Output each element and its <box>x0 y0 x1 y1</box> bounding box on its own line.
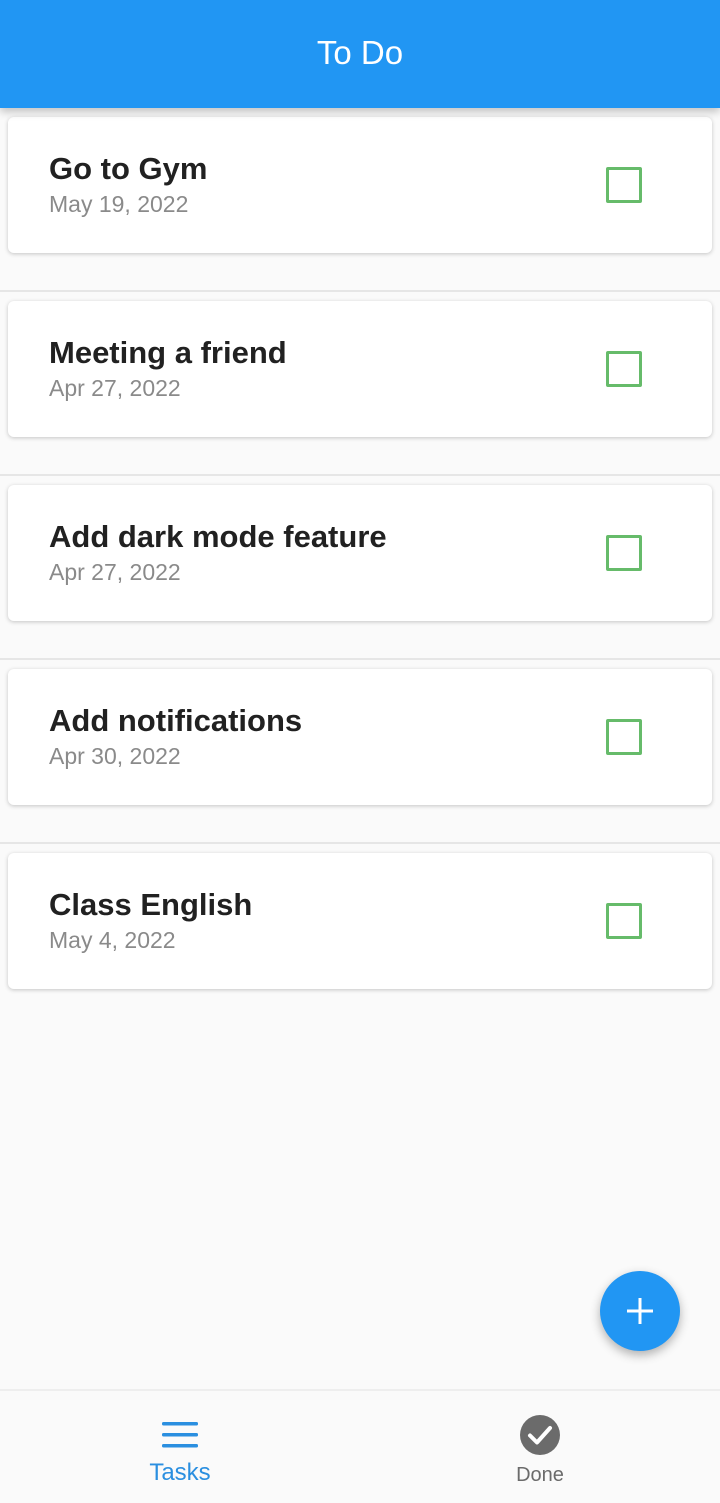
add-task-button[interactable] <box>600 1271 680 1351</box>
nav-label-done: Done <box>516 1464 564 1486</box>
task-card[interactable]: Add dark mode feature Apr 27, 2022 <box>8 485 712 621</box>
list-item: Class English May 4, 2022 <box>0 844 720 1028</box>
task-list: Go to Gym May 19, 2022 Meeting a friend … <box>0 108 720 1028</box>
plus-icon <box>627 1298 653 1324</box>
page-title: To Do <box>316 34 404 71</box>
task-date: Apr 27, 2022 <box>49 559 181 585</box>
task-title: Meeting a friend <box>49 335 287 370</box>
task-checkbox[interactable] <box>606 167 642 203</box>
task-title: Add dark mode feature <box>49 519 387 554</box>
task-title: Add notifications <box>49 703 303 738</box>
bottom-navigation: Tasks Done <box>0 1389 720 1503</box>
task-title: Go to Gym <box>49 151 208 186</box>
task-card[interactable]: Class English May 4, 2022 <box>8 853 712 989</box>
nav-label-tasks: Tasks <box>149 1459 211 1486</box>
list-item: Add dark mode feature Apr 27, 2022 <box>0 476 720 660</box>
task-date: May 19, 2022 <box>49 191 189 217</box>
check-circle-icon <box>520 1415 560 1455</box>
list-item: Go to Gym May 19, 2022 <box>0 108 720 292</box>
nav-item-done[interactable]: Done <box>360 1391 720 1503</box>
task-checkbox[interactable] <box>606 719 642 755</box>
task-checkbox[interactable] <box>606 535 642 571</box>
task-title: Class English <box>49 887 253 922</box>
app-bar: To Do <box>0 0 720 108</box>
task-checkbox[interactable] <box>606 903 642 939</box>
task-checkbox[interactable] <box>606 351 642 387</box>
menu-icon <box>162 1422 198 1448</box>
todo-screen: To Do Go to Gym May 19, 2022 Meeting a f… <box>0 0 720 1503</box>
list-item: Meeting a friend Apr 27, 2022 <box>0 292 720 476</box>
list-item: Add notifications Apr 30, 2022 <box>0 660 720 844</box>
task-card[interactable]: Add notifications Apr 30, 2022 <box>8 669 712 805</box>
task-date: May 4, 2022 <box>49 927 176 953</box>
nav-item-tasks[interactable]: Tasks <box>0 1391 360 1503</box>
task-card[interactable]: Meeting a friend Apr 27, 2022 <box>8 301 712 437</box>
task-date: Apr 27, 2022 <box>49 375 181 401</box>
task-date: Apr 30, 2022 <box>49 743 181 769</box>
task-card[interactable]: Go to Gym May 19, 2022 <box>8 117 712 253</box>
